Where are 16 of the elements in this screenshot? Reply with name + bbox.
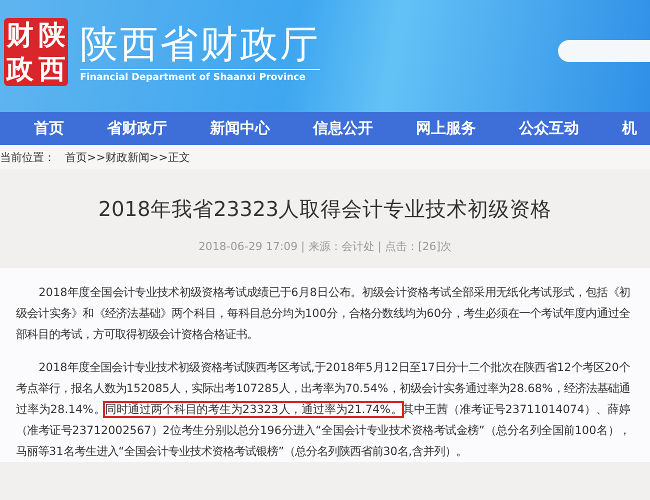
search-field[interactable]: [558, 40, 650, 62]
nav-item[interactable]: 公众互动: [519, 117, 579, 140]
site-subtitle: Financial Department of Shaanxi Province: [80, 72, 307, 83]
breadcrumb-label: 当前位置：: [0, 150, 55, 164]
nav-item[interactable]: 首页: [34, 117, 64, 140]
logo-seal: 财 陕 政 西: [4, 18, 68, 86]
nav-item[interactable]: 网上服务: [416, 117, 476, 140]
article-paragraph: 2018年度全国会计专业技术初级资格考试成绩已于6月8日公布。初级会计资格考试全部采用无纸化考试形式，包括《初级会计实务》和《经济法基础》两个科目，每科目总分均为100分，合格分数线均为60分，考生必须在一个考试年度内通过全部科目的考试，方可取得初级会计资格合格证书。: [16, 285, 630, 343]
nav-item[interactable]: 新闻中心: [210, 117, 270, 140]
nav-item[interactable]: 省财政厅: [107, 117, 167, 140]
nav-item[interactable]: 信息公开: [313, 117, 373, 140]
article-meta: 2018-06-29 17:09 | 来源：会计处 | 点击：[26]次: [197, 239, 453, 254]
site-title: 陕西省财政厅: [80, 21, 320, 70]
article-title: 2018年我省23323人取得会计专业技术初级资格: [97, 196, 553, 223]
nav-item[interactable]: 机: [622, 117, 637, 140]
breadcrumb-path[interactable]: 首页>>财政新闻>>正文: [65, 150, 190, 164]
